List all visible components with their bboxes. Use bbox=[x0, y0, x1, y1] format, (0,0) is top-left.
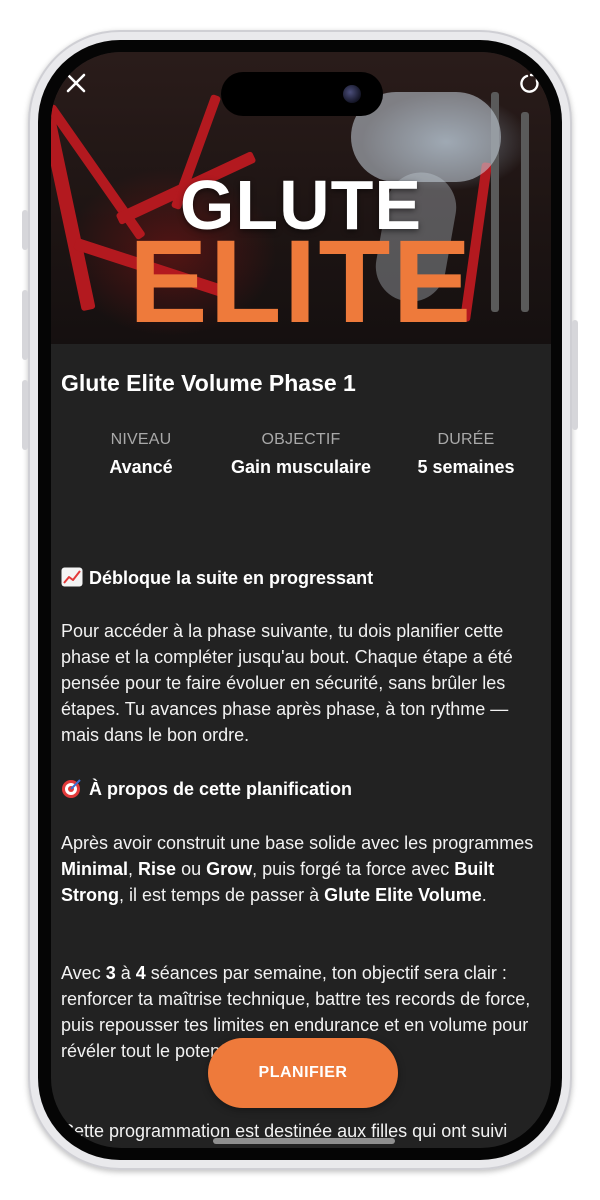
hero-title-elite: ELITE bbox=[128, 216, 474, 344]
stat-duration-value: 5 semaines bbox=[417, 457, 515, 477]
text-run: , il est temps de passer à bbox=[119, 885, 325, 905]
text-run: , bbox=[128, 859, 139, 879]
text-run: Avec bbox=[61, 963, 106, 983]
program-title: Glute Elite Volume Phase 1 bbox=[61, 370, 356, 396]
device-side-button bbox=[22, 210, 28, 250]
program-name-glute-elite-volume: Glute Elite Volume bbox=[324, 885, 482, 905]
about-paragraph-1: Après avoir construit une base solide av… bbox=[61, 830, 541, 908]
unlock-heading-text: Débloque la suite en progressant bbox=[89, 568, 374, 588]
about-heading: À propos de cette planification bbox=[61, 777, 352, 801]
dynamic-island bbox=[221, 72, 383, 116]
about-heading-text: À propos de cette planification bbox=[89, 779, 353, 799]
close-icon bbox=[66, 73, 86, 93]
stat-duration-label: DURÉE bbox=[437, 431, 495, 448]
program-name-rise: Rise bbox=[138, 859, 177, 879]
stat-objective-label: OBJECTIF bbox=[261, 431, 341, 448]
stat-objective: OBJECTIF Gain musculaire bbox=[221, 430, 381, 480]
front-camera bbox=[343, 85, 361, 103]
stat-duration: DURÉE 5 semaines bbox=[401, 430, 531, 480]
device-power-button bbox=[572, 320, 578, 430]
stat-level-label: NIVEAU bbox=[110, 431, 172, 448]
device-volume-down-button bbox=[22, 380, 28, 450]
chart-increasing-icon bbox=[61, 567, 83, 587]
stat-objective-value: Gain musculaire bbox=[230, 457, 372, 477]
program-name-minimal: Minimal bbox=[61, 859, 129, 879]
text-run: ou bbox=[176, 859, 207, 879]
home-indicator[interactable] bbox=[213, 1138, 395, 1144]
plan-button[interactable]: PLANIFIER bbox=[208, 1038, 398, 1108]
text-run: Après avoir construit une base solide av… bbox=[61, 833, 534, 853]
text-run: , puis forgé ta force avec bbox=[252, 859, 455, 879]
stat-level-value: Avancé bbox=[109, 457, 173, 477]
text-run: à bbox=[115, 963, 136, 983]
program-stats: NIVEAU Avancé OBJECTIF Gain musculaire D… bbox=[61, 430, 541, 490]
app-screen[interactable]: GLUTE ELITE Glute Elite Volume Phase 1 N… bbox=[51, 52, 551, 1148]
sessions-max: 4 bbox=[135, 963, 146, 983]
stat-level: NIVEAU Avancé bbox=[81, 430, 201, 480]
sessions-min: 3 bbox=[105, 963, 116, 983]
share-icon bbox=[520, 73, 539, 93]
text-run: . bbox=[481, 885, 487, 905]
program-name-grow: Grow bbox=[206, 859, 253, 879]
device-volume-up-button bbox=[22, 290, 28, 360]
unlock-heading: Débloque la suite en progressant bbox=[61, 566, 373, 590]
target-icon bbox=[62, 779, 81, 798]
share-button[interactable] bbox=[519, 72, 541, 94]
close-button[interactable] bbox=[63, 70, 89, 96]
program-details: Glute Elite Volume Phase 1 NIVEAU Avancé… bbox=[61, 344, 541, 1148]
unlock-body: Pour accéder à la phase suivante, tu doi… bbox=[61, 621, 513, 745]
